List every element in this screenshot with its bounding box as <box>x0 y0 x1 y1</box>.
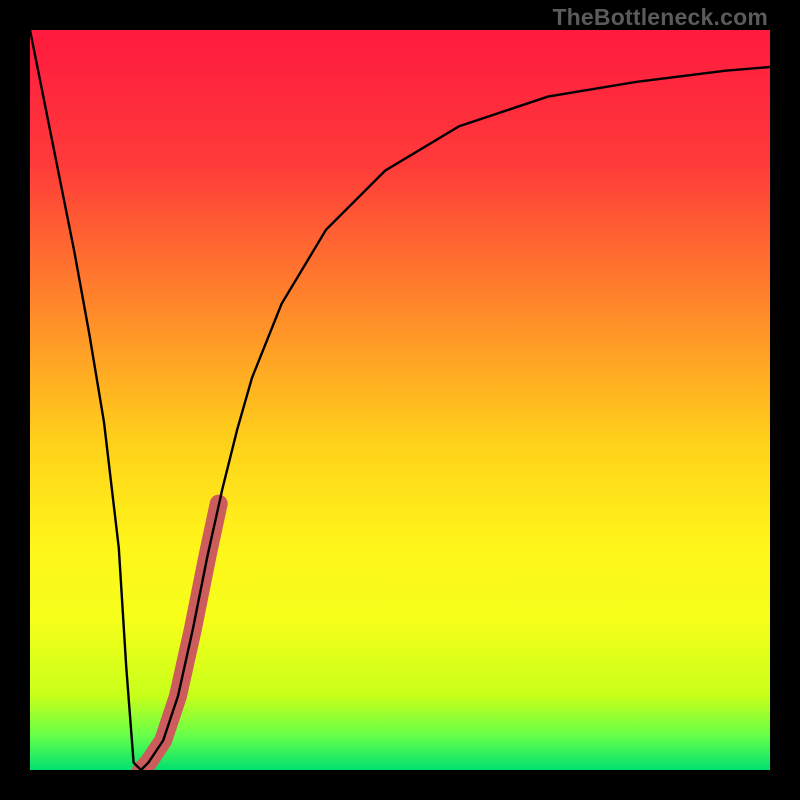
chart-svg <box>30 30 770 770</box>
watermark-text: TheBottleneck.com <box>552 4 768 31</box>
gradient-background <box>30 30 770 770</box>
chart-frame: TheBottleneck.com <box>0 0 800 800</box>
plot-area <box>30 30 770 770</box>
